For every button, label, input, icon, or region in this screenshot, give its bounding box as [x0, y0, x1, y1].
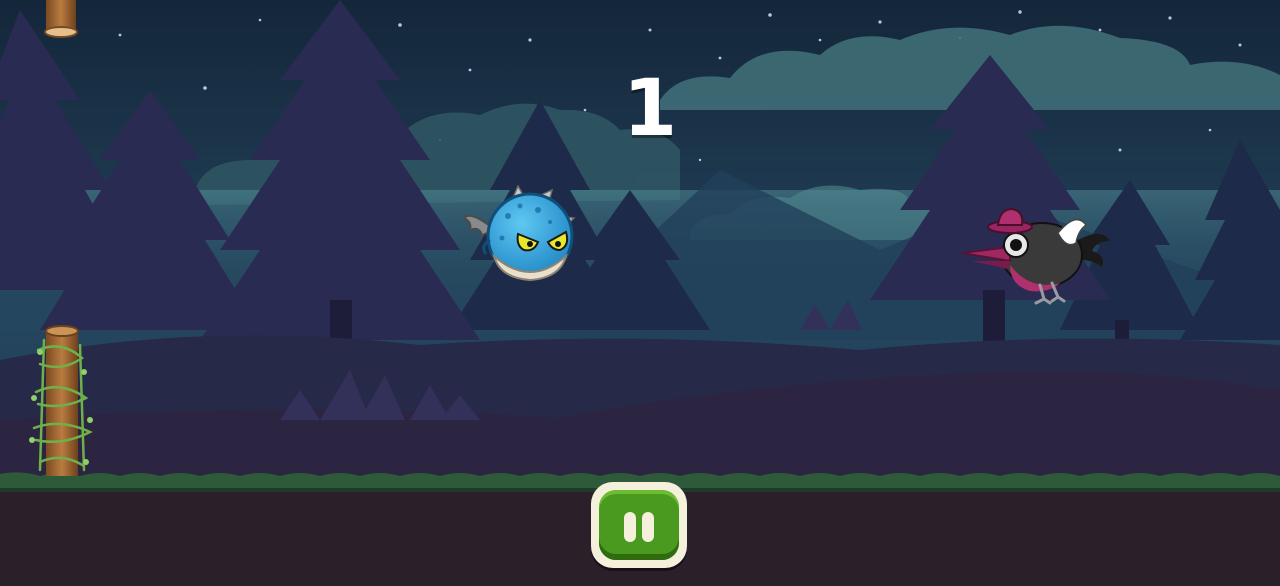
game-canvas[interactable]: 1	[0, 0, 1280, 586]
pause-bar-left	[624, 512, 636, 542]
pause-button[interactable]	[591, 482, 687, 568]
score-counter: 1	[622, 64, 678, 154]
pause-bar-right	[642, 512, 654, 542]
log-obstacle-top	[44, 0, 78, 38]
pause-icon[interactable]	[599, 490, 679, 560]
